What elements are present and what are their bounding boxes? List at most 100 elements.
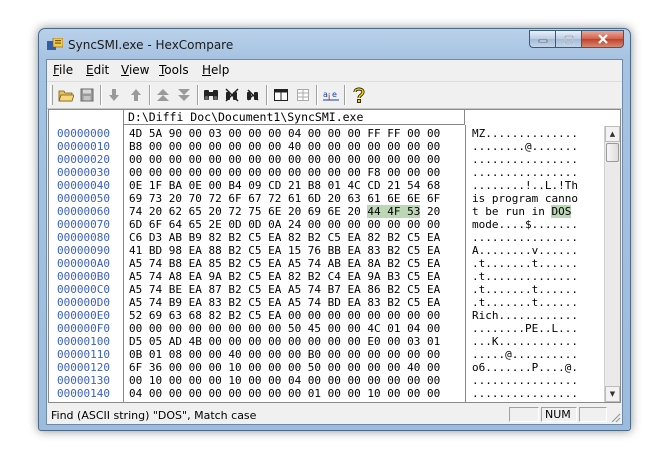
row-address: 00000110: [57, 348, 110, 361]
find-binoculars-icon: [204, 90, 218, 100]
hex-row[interactable]: 00000040 0E 1F BA 0E 00 B4 09 CD 21 B8 01…: [49, 179, 607, 192]
status-pane-empty: [579, 407, 607, 422]
row-address: 000000F0: [57, 322, 110, 335]
last-diff-icon: [178, 89, 190, 101]
hex-row[interactable]: 00000020 00 00 00 00 00 00 00 00 00 00 00…: [49, 153, 607, 166]
hex-row[interactable]: 00000070 6D 6F 64 65 2E 0D 0D 0A 24 00 00…: [49, 218, 607, 231]
row-address: 000000E0: [57, 309, 110, 322]
hex-row[interactable]: 000000B0 A5 74 A8 EA 9A B2 C5 EA 82 B2 C4…: [49, 270, 607, 283]
hex-segment: 20: [420, 205, 441, 218]
row-ascii: .t.......t......: [472, 257, 578, 270]
row-address: 000000D0: [57, 296, 110, 309]
hex-row[interactable]: 00000120 6F 36 00 00 00 10 00 00 00 50 00…: [49, 361, 607, 374]
open-button[interactable]: [57, 86, 75, 104]
hex-row[interactable]: 000000F0 00 00 00 00 00 00 00 00 50 45 00…: [49, 322, 607, 335]
find-button[interactable]: [202, 86, 220, 104]
row-ascii: .t.......t......: [472, 296, 578, 309]
row-ascii: Rich............: [472, 309, 578, 322]
hex-row[interactable]: 00000110 0B 01 08 00 00 40 00 00 00 B0 00…: [49, 348, 607, 361]
row-address: 00000100: [57, 335, 110, 348]
row-hex-bytes: 00 00 00 00 00 00 00 00 50 45 00 00 4C 0…: [129, 322, 441, 335]
next-diff-button[interactable]: [105, 86, 123, 104]
close-button[interactable]: [581, 30, 624, 48]
vertical-scrollbar[interactable]: ▲ ▼: [604, 126, 620, 402]
row-ascii: mode....$.......: [472, 218, 578, 231]
toolbar-separator: [316, 85, 318, 105]
row-hex-bytes: A5 74 A8 EA 9A B2 C5 EA 82 B2 C4 EA 9A B…: [129, 270, 441, 283]
hex-row[interactable]: 00000080 C6 D3 AB B9 82 B2 C5 EA 82 B2 C5…: [49, 231, 607, 244]
scroll-down-icon: ▼: [609, 390, 616, 398]
hex-row[interactable]: 00000100 D5 05 AD 4B 00 00 00 00 00 00 00…: [49, 335, 607, 348]
menu-help[interactable]: Help: [202, 63, 229, 77]
row-address: 00000070: [57, 218, 110, 231]
row-address: 00000010: [57, 140, 110, 153]
last-diff-button[interactable]: [175, 86, 193, 104]
caption-buttons: [529, 30, 624, 49]
scroll-thumb[interactable]: [606, 143, 619, 162]
hex-row[interactable]: 00000010 B8 00 00 00 00 00 00 00 40 00 00…: [49, 140, 607, 153]
menu-bar: File Edit View Tools Help: [47, 60, 622, 80]
hex-row[interactable]: 000000C0 A5 74 BE EA 87 B2 C5 EA A5 74 B7…: [49, 283, 607, 296]
status-pane-empty: [509, 407, 539, 422]
row-address: 00000060: [57, 205, 110, 218]
row-ascii: ................: [472, 166, 578, 179]
find-next-button[interactable]: [223, 86, 241, 104]
row-address: 00000130: [57, 374, 110, 387]
title-bar[interactable]: SyncSMI.exe - HexCompare: [39, 29, 630, 59]
minimize-button[interactable]: [529, 30, 555, 48]
row-hex-bytes: 00 00 00 00 00 00 00 00 00 00 00 00 F8 0…: [129, 166, 441, 179]
hex-view[interactable]: D:\Diffi Doc\Document1\SyncSMI.exe 00000…: [48, 109, 621, 403]
hex-row[interactable]: 00000060 74 20 62 65 20 72 75 6E 20 69 6E…: [49, 205, 607, 218]
hex-row[interactable]: 00000050 69 73 20 70 72 6F 67 72 61 6D 20…: [49, 192, 607, 205]
menu-edit[interactable]: Edit: [86, 63, 109, 77]
hex-row[interactable]: 00000030 00 00 00 00 00 00 00 00 00 00 00…: [49, 166, 607, 179]
hex-row[interactable]: 00000000 4D 5A 90 00 03 00 00 00 04 00 00…: [49, 127, 607, 140]
view-columns-icon: [274, 89, 288, 101]
hex-row[interactable]: 000000A0 A5 74 B8 EA 85 B2 C5 EA A5 74 AB…: [49, 257, 607, 270]
hex-row[interactable]: 000000E0 52 69 63 68 82 B2 C5 EA 00 00 00…: [49, 309, 607, 322]
svg-text:e: e: [332, 90, 337, 99]
scroll-down-button[interactable]: ▼: [605, 386, 620, 402]
save-icon: [80, 88, 94, 102]
find-prev-icon: [247, 89, 259, 101]
ascii-segment: t be run in: [472, 205, 552, 218]
hex-row[interactable]: 00000140 04 00 00 00 00 00 00 00 00 01 00…: [49, 387, 607, 400]
toolbar-separator: [266, 85, 268, 105]
menu-tools[interactable]: Tools: [159, 63, 189, 77]
maximize-button[interactable]: [555, 30, 581, 48]
ascii-ebcdic-button[interactable]: aje: [322, 86, 340, 104]
hex-segment: 74 20 62 65 20 72 75 6E 20 69 6E 20: [129, 205, 368, 218]
find-prev-button[interactable]: [244, 86, 262, 104]
arrow-down-icon: [109, 89, 119, 101]
row-ascii: MZ..............: [472, 127, 578, 140]
row-ascii: ................: [472, 231, 578, 244]
prev-diff-button[interactable]: [127, 86, 145, 104]
hex-row[interactable]: 000000D0 A5 74 B9 EA 83 B2 C5 EA A5 74 BD…: [49, 296, 607, 309]
view-grid-button[interactable]: [294, 86, 312, 104]
hex-row[interactable]: 00000130 00 10 00 00 00 10 00 00 04 00 00…: [49, 374, 607, 387]
ascii-ebcdic-icon: aje: [323, 90, 339, 101]
toolbar-separator: [344, 85, 346, 105]
menu-view[interactable]: View: [121, 63, 149, 77]
scroll-up-button[interactable]: ▲: [605, 126, 620, 142]
toolbar: aje: [47, 81, 622, 109]
client-area: File Edit View Tools Help a j e D:\Diffi…: [46, 59, 623, 425]
menu-file[interactable]: File: [53, 63, 73, 77]
num-lock-indicator: NUM: [541, 407, 577, 422]
save-button[interactable]: [78, 86, 96, 104]
row-hex-bytes: 0B 01 08 00 00 40 00 00 00 B0 00 00 00 0…: [129, 348, 441, 361]
row-address: 00000000: [57, 127, 110, 140]
row-ascii: t be run in DOS: [472, 205, 578, 218]
view-columns-button[interactable]: [272, 86, 290, 104]
row-ascii: ........@.......: [472, 140, 578, 153]
row-hex-bytes: 4D 5A 90 00 03 00 00 00 04 00 00 00 FF F…: [129, 127, 441, 140]
first-diff-button[interactable]: [154, 86, 172, 104]
row-hex-bytes: A5 74 BE EA 87 B2 C5 EA A5 74 B7 EA 86 B…: [129, 283, 441, 296]
hex-row[interactable]: 00000090 41 BD 98 EA 88 B2 C5 EA 15 76 BB…: [49, 244, 607, 257]
help-button[interactable]: [350, 86, 368, 104]
row-hex-bytes: 6D 6F 64 65 2E 0D 0D 0A 24 00 00 00 00 0…: [129, 218, 441, 231]
row-hex-bytes: 00 10 00 00 00 10 00 00 04 00 00 00 00 0…: [129, 374, 441, 387]
open-folder-icon: [58, 90, 74, 102]
resize-grip-icon[interactable]: [609, 411, 621, 423]
toolbar-grip[interactable]: [50, 85, 53, 105]
